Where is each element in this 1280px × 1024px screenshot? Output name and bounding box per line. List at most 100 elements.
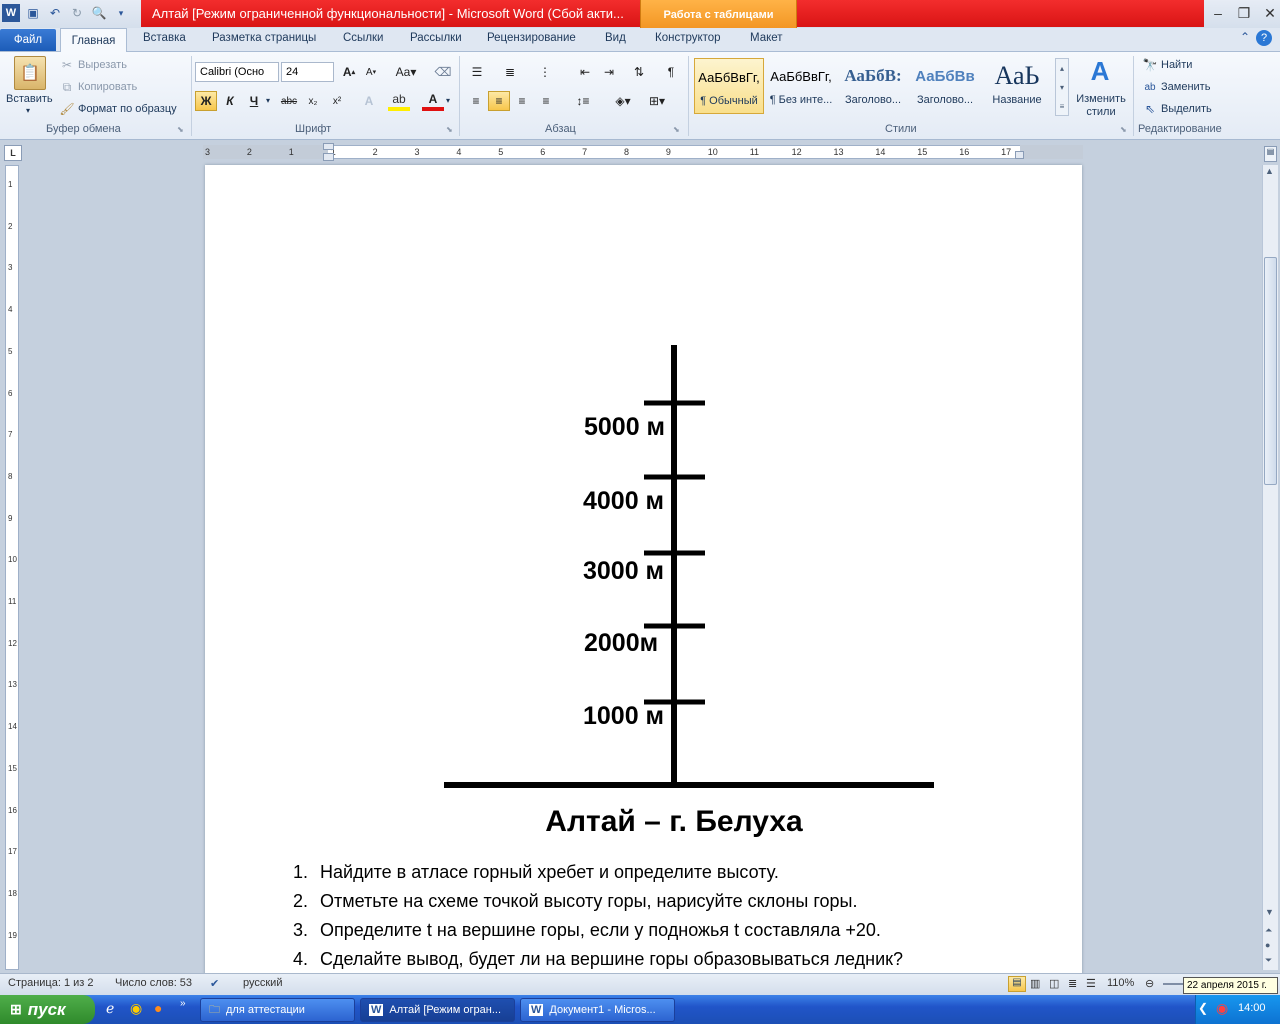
find-button[interactable]: Найти xyxy=(1161,59,1192,71)
strikethrough-button[interactable]: abc xyxy=(278,91,300,111)
scrollbar-thumb[interactable] xyxy=(1264,257,1277,485)
undo-icon[interactable]: ↶ xyxy=(46,4,64,22)
font-launcher-icon[interactable]: ⬊ xyxy=(446,125,453,134)
cut-button[interactable]: Вырезать xyxy=(78,59,127,71)
underline-button[interactable]: Ч xyxy=(243,91,265,111)
font-color-icon[interactable]: A xyxy=(422,91,444,111)
style-heading2[interactable]: АаБбВв Заголово... xyxy=(910,58,980,114)
minimize-ribbon-icon[interactable]: ⌃ xyxy=(1240,30,1250,46)
zoom-level[interactable]: 110% xyxy=(1107,977,1134,989)
next-page-icon[interactable]: ⏷ xyxy=(1265,955,1272,966)
tab-mailings[interactable]: Рассылки xyxy=(410,32,462,44)
print-preview-icon[interactable]: 🔍 xyxy=(90,4,108,22)
font-size-combo[interactable]: 24 xyxy=(281,62,334,82)
clock[interactable]: 14:00 xyxy=(1238,1002,1266,1014)
shrink-font-icon[interactable]: A ▾ xyxy=(360,62,382,82)
quicklaunch-more-icon[interactable]: » xyxy=(180,998,186,1009)
bullets-icon[interactable]: ☰ xyxy=(466,62,488,82)
paste-dropdown-icon[interactable]: ▾ xyxy=(26,106,30,115)
bold-button[interactable]: Ж xyxy=(195,91,217,111)
underline-dropdown-icon[interactable]: ▾ xyxy=(266,96,270,105)
align-right-icon[interactable]: ≡ xyxy=(511,91,533,111)
numbering-icon[interactable]: ≣ xyxy=(499,62,521,82)
taskbar-button-word-altai[interactable]: W Алтай [Режим огран... xyxy=(360,998,515,1022)
redo-icon[interactable]: ↻ xyxy=(68,4,86,22)
left-indent-marker[interactable] xyxy=(323,153,334,161)
taskbar-button-word-doc1[interactable]: W Документ1 - Micros... xyxy=(520,998,675,1022)
view-ruler-icon[interactable]: ▤ xyxy=(1264,146,1277,162)
full-screen-reading-icon[interactable]: ▥ xyxy=(1030,977,1040,990)
select-button[interactable]: Выделить xyxy=(1161,103,1212,115)
restore-icon[interactable]: ❐ xyxy=(1232,2,1256,24)
customize-qat-icon[interactable]: ▾ xyxy=(112,4,130,22)
style-title[interactable]: АаЬ Название xyxy=(982,58,1052,114)
word-app-icon[interactable]: W xyxy=(2,4,20,22)
minimize-icon[interactable]: – xyxy=(1206,2,1230,24)
paragraph-launcher-icon[interactable]: ⬊ xyxy=(673,125,680,134)
firefox-icon[interactable]: ● xyxy=(154,1000,162,1016)
tab-design[interactable]: Конструктор xyxy=(655,32,721,44)
word-count[interactable]: Число слов: 53 xyxy=(115,977,192,989)
opera-icon[interactable]: ◉ xyxy=(130,1000,142,1017)
outline-icon[interactable]: ≣ xyxy=(1068,977,1077,990)
prev-page-icon[interactable]: ⏶ xyxy=(1265,925,1272,936)
shading-icon[interactable]: ◈▾ xyxy=(610,91,636,111)
save-icon[interactable]: ▣ xyxy=(24,4,42,22)
tab-page-layout[interactable]: Разметка страницы xyxy=(212,32,316,44)
align-center-icon[interactable]: ≡ xyxy=(488,91,510,111)
align-left-icon[interactable]: ≡ xyxy=(465,91,487,111)
show-marks-icon[interactable]: ¶ xyxy=(660,62,682,82)
tab-file[interactable]: Файл xyxy=(0,29,56,51)
change-styles-button[interactable]: Изменить стили xyxy=(1075,93,1127,119)
tab-insert[interactable]: Вставка xyxy=(143,32,186,44)
web-layout-icon[interactable]: ◫ xyxy=(1049,977,1059,990)
language[interactable]: русский xyxy=(243,977,282,989)
print-layout-icon[interactable]: ▤ xyxy=(1008,976,1026,992)
paste-icon[interactable]: 📋 xyxy=(14,56,46,90)
borders-icon[interactable]: ⊞▾ xyxy=(644,91,670,111)
help-icon[interactable]: ? xyxy=(1256,30,1273,46)
style-no-spacing[interactable]: АаБбВвГг, ¶ Без инте... xyxy=(766,58,836,114)
page-count[interactable]: Страница: 1 из 2 xyxy=(8,977,94,989)
start-button[interactable]: ⊞ пуск xyxy=(0,995,95,1024)
first-line-indent-marker[interactable] xyxy=(323,143,334,150)
decrease-indent-icon[interactable]: ⇤ xyxy=(574,62,596,82)
subscript-icon[interactable]: x₂ xyxy=(302,91,324,111)
tab-references[interactable]: Ссылки xyxy=(343,32,384,44)
find-icon[interactable]: 🔭 xyxy=(1143,58,1158,72)
change-case-icon[interactable]: Aa▾ xyxy=(392,62,420,82)
clipboard-launcher-icon[interactable]: ⬊ xyxy=(177,125,184,134)
cut-icon[interactable]: ✂ xyxy=(60,58,74,72)
italic-button[interactable]: К xyxy=(219,91,241,111)
close-icon[interactable]: ✕ xyxy=(1258,2,1280,24)
replace-button[interactable]: Заменить xyxy=(1161,81,1210,93)
format-painter-icon[interactable]: 🖌 xyxy=(59,102,74,116)
line-spacing-icon[interactable]: ↕≡ xyxy=(570,91,596,111)
font-color-dropdown-icon[interactable]: ▾ xyxy=(446,96,450,105)
zoom-out-icon[interactable]: ⊖ xyxy=(1145,977,1154,990)
style-heading1[interactable]: АаБбВ: Заголово... xyxy=(838,58,908,114)
styles-scroll[interactable]: ▴ ▾ ≡ xyxy=(1055,58,1069,116)
multilevel-list-icon[interactable]: ⋮ xyxy=(534,62,556,82)
superscript-icon[interactable]: x² xyxy=(326,91,348,111)
tab-review[interactable]: Рецензирование xyxy=(487,32,576,44)
font-name-combo[interactable]: Calibri (Осно xyxy=(195,62,279,82)
tray-arrow-icon[interactable]: ❮ xyxy=(1198,1001,1208,1015)
change-styles-icon[interactable]: A xyxy=(1085,56,1115,86)
tab-home[interactable]: Главная xyxy=(60,28,127,53)
scroll-down-icon[interactable]: ▼ xyxy=(1265,907,1274,917)
styles-launcher-icon[interactable]: ⬊ xyxy=(1120,125,1127,134)
style-normal[interactable]: АаБбВвГг, ¶ Обычный xyxy=(694,58,764,114)
highlight-color-icon[interactable]: ab xyxy=(388,91,410,111)
scroll-up-icon[interactable]: ▲ xyxy=(1265,166,1274,176)
grow-font-icon[interactable]: A ▴ xyxy=(338,62,360,82)
ie-icon[interactable]: ℯ xyxy=(106,1000,114,1017)
tab-view[interactable]: Вид xyxy=(605,32,626,44)
select-icon[interactable]: ⇖ xyxy=(1143,102,1157,116)
taskbar-button-folder[interactable]: 🗀 для аттестации xyxy=(200,998,355,1022)
format-painter-button[interactable]: Формат по образцу xyxy=(78,103,177,115)
draft-icon[interactable]: ☰ xyxy=(1086,977,1096,990)
copy-icon[interactable]: ⧉ xyxy=(60,80,74,94)
text-effects-icon[interactable]: A xyxy=(358,91,380,111)
copy-button[interactable]: Копировать xyxy=(78,81,137,93)
